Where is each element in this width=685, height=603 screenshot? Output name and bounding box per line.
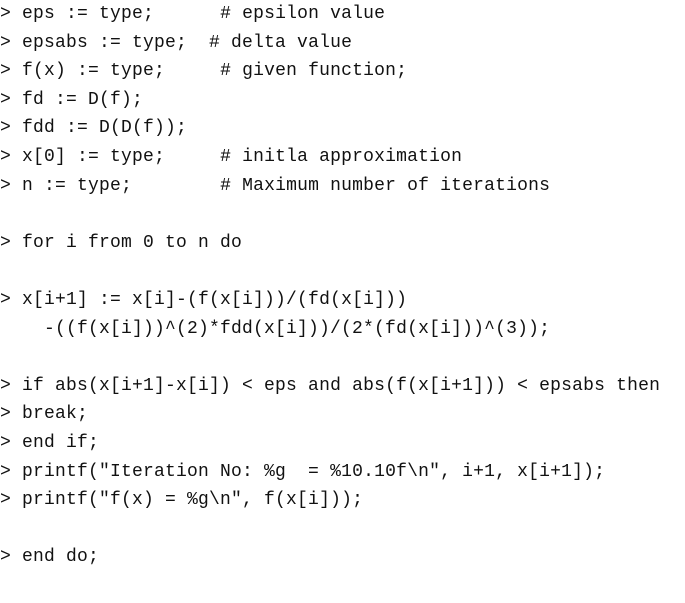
code-statement: printf("Iteration No: %g = %10.10f\n", i… xyxy=(22,461,606,482)
code-line-max-iterations: > n := type; # Maximum number of iterati… xyxy=(0,172,660,201)
code-statement: -((f(x[i]))^(2)*fdd(x[i]))/(2*(fd(x[i]))… xyxy=(0,318,551,339)
prompt-marker: > xyxy=(0,89,23,110)
prompt-marker: > xyxy=(0,175,23,196)
prompt-marker: > xyxy=(0,146,23,167)
code-statement: fd := D(f); xyxy=(22,89,144,110)
prompt-marker: > xyxy=(0,232,23,253)
code-comment: # Maximum number of iterations xyxy=(220,175,551,196)
code-statement: f(x) := type; xyxy=(22,61,221,82)
code-statement: x[0] := type; xyxy=(22,146,221,167)
code-line-end-if: > end if; xyxy=(0,429,660,458)
code-comment: # initla approximation xyxy=(220,146,463,167)
code-statement: epsabs := type; xyxy=(22,32,210,53)
prompt-marker: > xyxy=(0,4,23,24)
code-line-update-continuation: -((f(x[i]))^(2)*fdd(x[i]))/(2*(fd(x[i]))… xyxy=(0,315,660,344)
code-statement: break; xyxy=(22,404,89,425)
code-line-for-loop: > for i from 0 to n do xyxy=(0,229,660,258)
code-line-update-step: > x[i+1] := x[i]-(f(x[i]))/(fd(x[i])) xyxy=(0,286,660,315)
code-line-break: > break; xyxy=(0,400,660,429)
code-line-first-derivative: > fd := D(f); xyxy=(0,86,660,115)
code-statement: eps := type; xyxy=(22,4,221,24)
code-line-printf-iteration: > printf("Iteration No: %g = %10.10f\n",… xyxy=(0,458,660,487)
code-line-epsabs: > epsabs := type; # delta value xyxy=(0,29,660,58)
code-line-initial-approximation: > x[0] := type; # initla approximation xyxy=(0,143,660,172)
code-statement: if abs(x[i+1]-x[i]) < eps and abs(f(x[i+… xyxy=(22,375,661,396)
code-statement: end if; xyxy=(22,432,100,453)
code-line-if-condition: > if abs(x[i+1]-x[i]) < eps and abs(f(x[… xyxy=(0,372,660,401)
code-statement: x[i+1] := x[i]-(f(x[i]))/(fd(x[i])) xyxy=(22,289,408,310)
code-comment: # given function; xyxy=(220,61,408,82)
prompt-marker: > xyxy=(0,547,23,568)
code-comment: # epsilon value xyxy=(220,4,386,24)
code-line-eps: > eps := type; # epsilon value xyxy=(0,0,660,29)
code-statement: end do; xyxy=(22,547,100,568)
prompt-marker: > xyxy=(0,289,23,310)
prompt-marker: > xyxy=(0,404,23,425)
prompt-marker: > xyxy=(0,461,23,482)
prompt-marker: > xyxy=(0,432,23,453)
code-line-function: > f(x) := type; # given function; xyxy=(0,57,660,86)
maple-code-listing: > eps := type; # epsilon value > epsabs :… xyxy=(0,0,660,572)
code-line-printf-fx: > printf("f(x) = %g\n", f(x[i])); xyxy=(0,486,660,515)
code-line-second-derivative: > fdd := D(D(f)); xyxy=(0,114,660,143)
code-statement: for i from 0 to n do xyxy=(22,232,243,253)
code-comment: # delta value xyxy=(209,32,353,53)
code-statement: fdd := D(D(f)); xyxy=(22,118,188,139)
code-line-end-do: > end do; xyxy=(0,543,660,572)
prompt-marker: > xyxy=(0,32,23,53)
prompt-marker: > xyxy=(0,118,23,139)
prompt-marker: > xyxy=(0,490,23,511)
prompt-marker: > xyxy=(0,375,23,396)
code-statement: printf("f(x) = %g\n", f(x[i])); xyxy=(22,490,364,511)
prompt-marker: > xyxy=(0,61,23,82)
code-statement: n := type; xyxy=(22,175,221,196)
